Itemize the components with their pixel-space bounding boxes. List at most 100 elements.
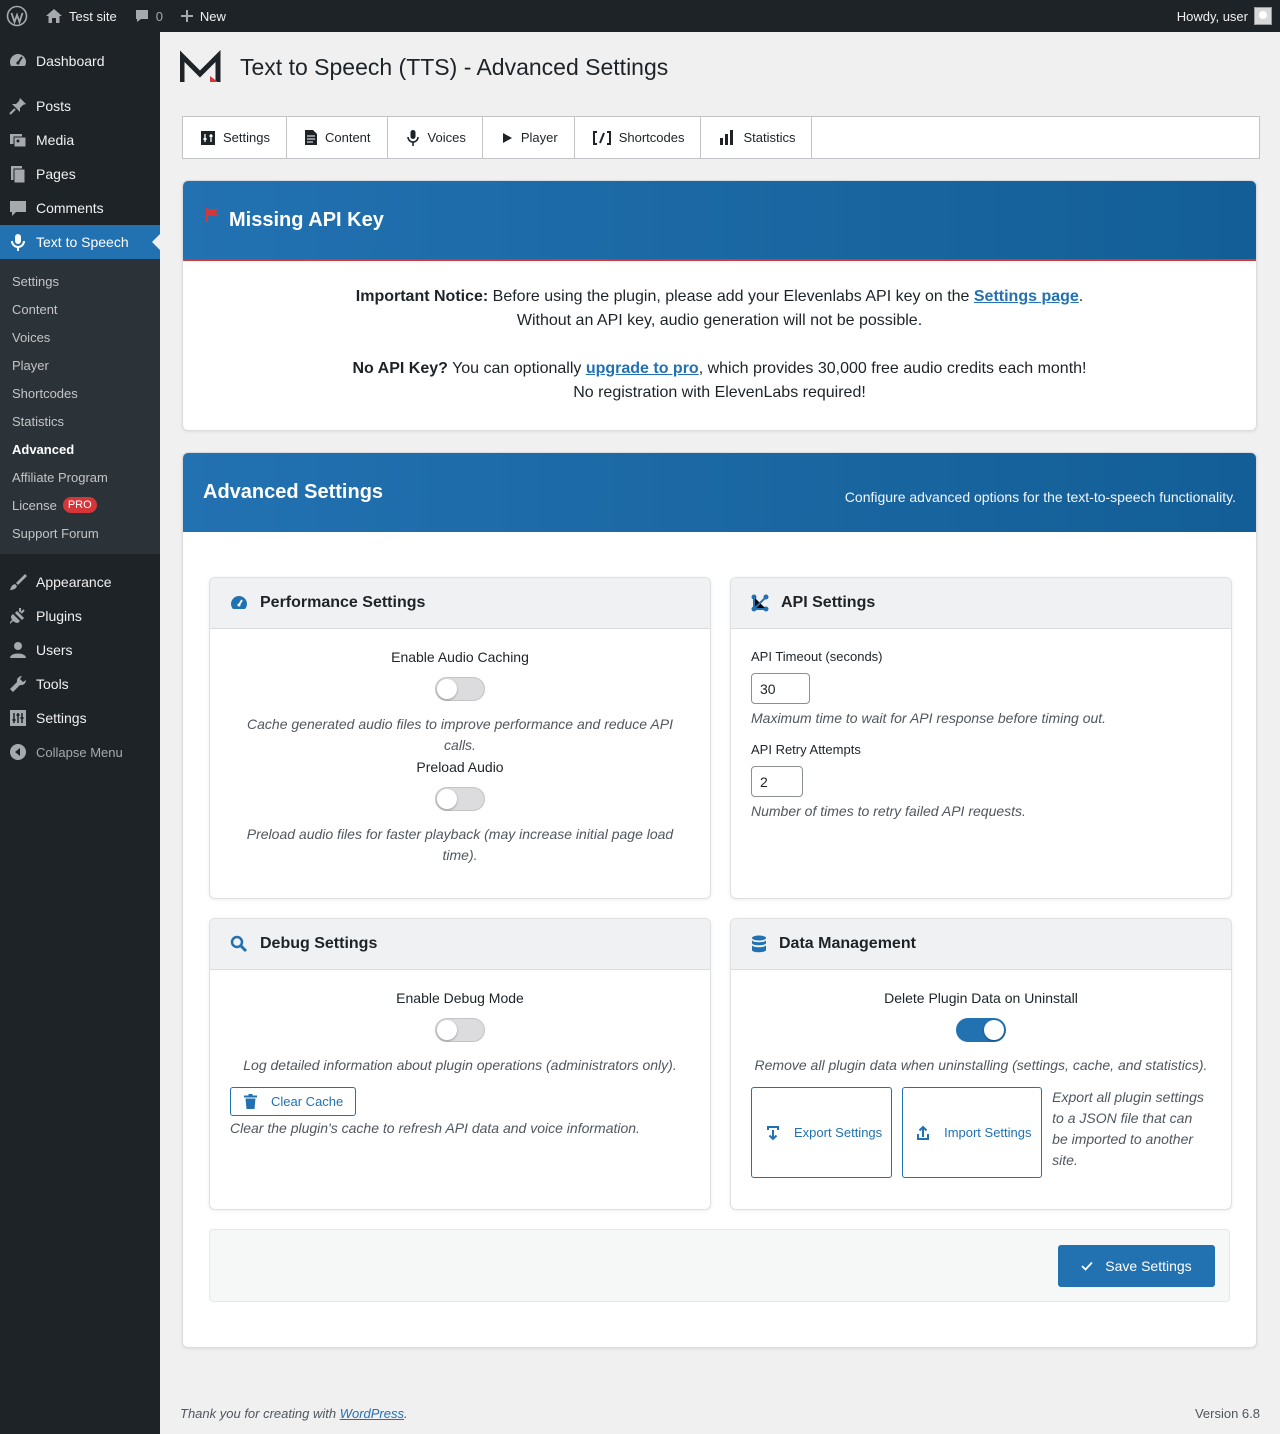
notice-line-3-end: , which provides 30,000 free audio credi… — [698, 360, 1087, 377]
api-nodes-icon — [751, 594, 769, 612]
enable-debug-mode-label: Enable Debug Mode — [396, 990, 524, 1006]
export-settings-button[interactable]: Export Settings — [751, 1087, 893, 1178]
comments-link[interactable]: 0 — [124, 0, 170, 32]
menu-tools-label: Tools — [36, 676, 69, 692]
tab-voices-label: Voices — [427, 130, 466, 145]
tab-statistics[interactable]: Statistics — [701, 117, 813, 158]
notice-line-2: Without an API key, audio generation wil… — [516, 312, 923, 329]
bar-chart-icon — [719, 130, 735, 145]
media-icon — [8, 130, 28, 150]
debug-settings-header: Debug Settings — [210, 919, 710, 970]
page-header: Text to Speech (TTS) - Advanced Settings — [180, 48, 668, 86]
tab-settings-label: Settings — [223, 130, 270, 145]
delete-plugin-data-description: Remove all plugin data when uninstalling… — [754, 1057, 1208, 1073]
menu-appearance[interactable]: Appearance — [0, 565, 160, 599]
menu-dashboard-label: Dashboard — [36, 53, 105, 69]
export-icon — [766, 1125, 780, 1141]
microphone-icon — [406, 129, 420, 146]
plug-icon — [8, 606, 28, 626]
submenu-shortcodes[interactable]: Shortcodes — [0, 379, 160, 407]
api-settings-title: API Settings — [781, 594, 876, 611]
enable-debug-mode-toggle[interactable] — [435, 1018, 485, 1042]
menu-dashboard[interactable]: Dashboard — [0, 44, 160, 78]
notice-body: Important Notice: Before using the plugi… — [183, 261, 1256, 405]
notice-important-label: Important Notice: — [355, 288, 489, 305]
howdy-text: Howdy, user — [1176, 8, 1248, 24]
notice-line-3: No API Key? You can optionally upgrade t… — [183, 357, 1256, 381]
site-name-link[interactable]: Test site — [35, 0, 124, 32]
tab-player[interactable]: Player — [483, 117, 575, 158]
my-account-menu[interactable]: Howdy, user — [1170, 0, 1280, 32]
text-to-speech-submenu: Settings Content Voices Player Shortcode… — [0, 259, 160, 554]
tab-settings[interactable]: Settings — [183, 117, 287, 158]
tab-voices[interactable]: Voices — [388, 117, 483, 158]
api-timeout-label: API Timeout (seconds) — [751, 649, 883, 664]
submenu-license-label: License — [12, 497, 57, 513]
menu-comments[interactable]: Comments — [0, 191, 160, 225]
performance-settings-header: Performance Settings — [210, 578, 710, 629]
settings-tab-icon — [201, 130, 215, 145]
comment-icon — [8, 198, 28, 218]
api-retry-input[interactable]: 2 — [751, 766, 803, 797]
comment-bubble-icon — [134, 8, 150, 24]
submenu-voices[interactable]: Voices — [0, 323, 160, 351]
advanced-settings-card: Advanced Settings Configure advanced opt… — [182, 452, 1257, 1348]
clear-cache-button[interactable]: Clear Cache — [230, 1087, 356, 1116]
menu-pages[interactable]: Pages — [0, 157, 160, 191]
submenu-settings[interactable]: Settings — [0, 267, 160, 295]
submenu-affiliate-program[interactable]: Affiliate Program — [0, 463, 160, 491]
menu-settings[interactable]: Settings — [0, 701, 160, 735]
menu-posts[interactable]: Posts — [0, 89, 160, 123]
tab-content[interactable]: Content — [287, 117, 388, 158]
import-settings-button[interactable]: Import Settings — [902, 1087, 1043, 1178]
enable-audio-caching-label: Enable Audio Caching — [391, 649, 529, 665]
submenu-license[interactable]: License PRO — [0, 491, 160, 519]
data-management-header: Data Management — [731, 919, 1231, 970]
wrench-icon — [8, 674, 28, 694]
export-settings-label: Export Settings — [794, 1125, 883, 1140]
upgrade-to-pro-link[interactable]: upgrade to pro — [586, 360, 699, 377]
export-settings-description: Export all plugin settings to a JSON fil… — [1052, 1089, 1204, 1168]
menu-users[interactable]: Users — [0, 633, 160, 667]
wordpress-logo-menu[interactable] — [0, 0, 35, 32]
pages-icon — [8, 164, 28, 184]
collapse-menu-button[interactable]: Collapse Menu — [0, 735, 160, 769]
plus-icon — [180, 9, 194, 23]
wordpress-link[interactable]: WordPress — [340, 1406, 404, 1421]
submenu-statistics[interactable]: Statistics — [0, 407, 160, 435]
save-bar: Save Settings — [209, 1229, 1230, 1302]
preload-audio-description: Preload audio files for faster playback … — [246, 826, 674, 863]
menu-tools[interactable]: Tools — [0, 667, 160, 701]
menu-text-to-speech[interactable]: Text to Speech — [0, 225, 160, 259]
footer-thanks-end: . — [404, 1406, 408, 1421]
new-content-link[interactable]: New — [170, 0, 233, 32]
submenu-support-forum[interactable]: Support Forum — [0, 519, 160, 547]
microphone-icon — [8, 232, 28, 252]
upload-icon — [916, 1125, 930, 1141]
tab-statistics-label: Statistics — [743, 130, 796, 145]
save-settings-button[interactable]: Save Settings — [1058, 1245, 1215, 1287]
api-retry-label: API Retry Attempts — [751, 742, 861, 757]
collapse-menu-label: Collapse Menu — [36, 744, 123, 760]
submenu-advanced[interactable]: Advanced — [0, 435, 160, 463]
performance-settings-panel: Performance Settings Enable Audio Cachin… — [209, 577, 711, 899]
menu-plugins[interactable]: Plugins — [0, 599, 160, 633]
settings-tabs: Settings Content Voices Player Shortcode… — [182, 116, 1260, 159]
submenu-content[interactable]: Content — [0, 295, 160, 323]
preload-audio-toggle[interactable] — [435, 787, 485, 811]
settings-page-link[interactable]: Settings page — [974, 288, 1079, 305]
tab-shortcodes[interactable]: Shortcodes — [575, 117, 702, 158]
enable-audio-caching-toggle[interactable] — [435, 677, 485, 701]
dashboard-icon — [8, 51, 28, 71]
home-icon — [45, 8, 63, 24]
menu-media[interactable]: Media — [0, 123, 160, 157]
admin-sidebar: Dashboard Posts Media Pages Comments Tex… — [0, 32, 160, 1434]
api-timeout-input[interactable]: 30 — [751, 673, 810, 704]
submenu-player[interactable]: Player — [0, 351, 160, 379]
performance-settings-title: Performance Settings — [260, 594, 426, 611]
delete-plugin-data-toggle[interactable] — [956, 1018, 1006, 1042]
database-icon — [751, 935, 767, 953]
missing-api-key-notice: Missing API Key Important Notice: Before… — [182, 180, 1257, 431]
menu-plugins-label: Plugins — [36, 608, 82, 624]
advanced-settings-header: Advanced Settings Configure advanced opt… — [183, 453, 1256, 532]
